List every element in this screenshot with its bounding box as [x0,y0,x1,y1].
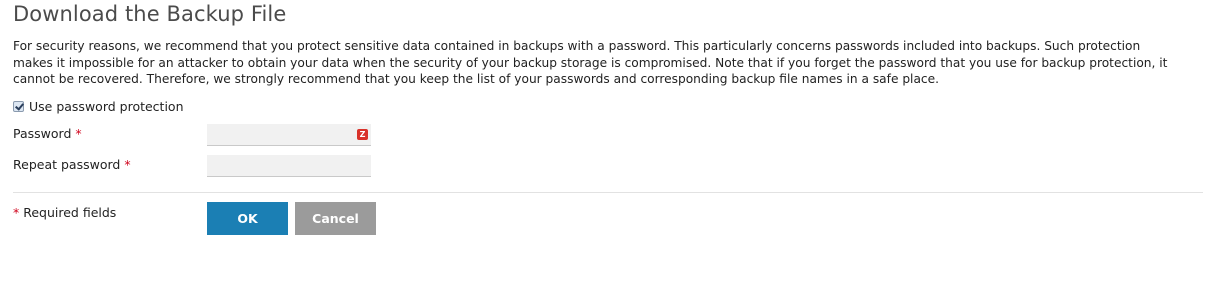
cancel-button[interactable]: Cancel [295,202,376,235]
required-note-text: Required fields [19,205,117,220]
use-password-checkbox[interactable] [13,101,24,112]
password-label-group: Password * [13,126,82,141]
security-description: For security reasons, we recommend that … [13,39,1168,86]
repeat-password-label-group: Repeat password * [13,157,131,172]
repeat-password-label: Repeat password [13,157,121,172]
use-password-row[interactable]: Use password protection [13,99,184,114]
page-title: Download the Backup File [13,2,287,26]
required-fields-note: * Required fields [13,205,116,220]
ok-button[interactable]: OK [207,202,288,235]
password-label: Password [13,126,72,141]
password-required-marker: * [75,126,82,141]
repeat-password-field[interactable] [207,155,371,177]
use-password-label: Use password protection [29,99,184,114]
password-field[interactable]: Z [207,124,371,146]
password-manager-icon[interactable]: Z [357,129,368,140]
form-divider [13,192,1203,193]
repeat-password-required-marker: * [124,157,131,172]
